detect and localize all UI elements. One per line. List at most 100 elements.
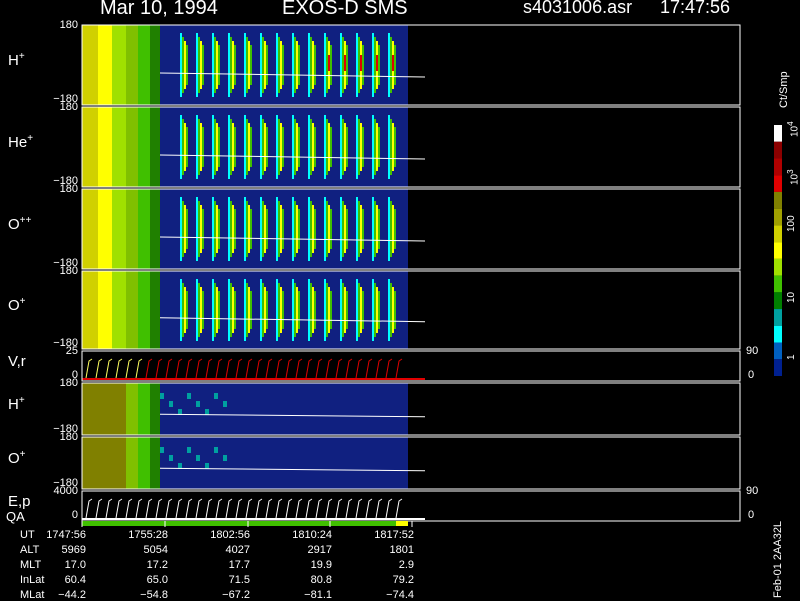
burst-streak [180,115,182,179]
trace-segment [225,498,233,519]
band-cell [82,107,98,187]
ephemeris-row-label: UT [20,529,35,541]
burst-streak [248,123,250,171]
trace-segment [315,358,323,379]
panel-frame [81,490,741,522]
burst-streak [390,119,392,175]
burst-streak [280,123,282,171]
band-cell [150,25,160,105]
burst-streak [244,33,246,97]
burst-streak [372,115,374,179]
colorbar-label: 104 [786,121,800,137]
burst-streak [374,37,376,93]
burst-streak [180,33,182,97]
trace-segment [375,358,383,379]
burst-streak [200,41,202,89]
trace-segment [245,498,253,519]
burst-streak [262,201,264,257]
y-tick-bottom: 0 [71,509,78,521]
burst-streak [186,45,188,85]
panel-label-text: O [8,216,20,233]
burst-streak [344,205,346,253]
colorbar-segment [774,158,782,176]
trace-segment [105,358,113,379]
trace-segment [325,498,333,519]
trace-segment [85,498,93,519]
burst-streak [250,291,252,329]
burst-streak [246,119,248,175]
burst-streak [266,127,268,167]
burst-streak [294,37,296,93]
ephemeris-value: 5054 [143,544,168,556]
trace-segment [345,358,353,379]
speckle [160,393,164,399]
trace-segment [205,358,213,379]
band-cell [112,107,126,187]
burst-streak [280,41,282,89]
burst-streak [198,283,200,337]
colorbar-segment [774,141,782,159]
burst-streak [202,127,204,167]
burst-streak [246,283,248,337]
trace-segment [355,498,363,519]
burst-streak [186,291,188,329]
trace-segment [165,358,173,379]
burst-streak [342,283,344,337]
burst-streak [278,119,280,175]
colorbar-segment [774,208,782,226]
colorbar-segment [774,242,782,259]
burst-streak [392,287,394,333]
band-cell [138,107,150,187]
speckle [223,455,227,461]
trace-segment [355,358,363,379]
burst-streak [202,291,204,329]
ephemeris-value: 1810:24 [292,529,332,541]
title-date: Mar 10, 1994 [100,0,218,19]
burst-streak [182,283,184,337]
trace-segment [245,358,253,379]
band-cell [82,271,98,349]
burst-streak [196,115,198,179]
trace-segment [165,498,173,519]
trace-segment [255,498,263,519]
burst-streak [196,197,198,261]
panel-label-sup: + [19,296,26,307]
speckle [214,393,218,399]
burst-streak [388,115,390,179]
y-tick-top: 4000 [53,485,78,497]
ephemeris-value: 19.9 [310,559,332,571]
right-tick-top: 90 [746,485,759,497]
qa-bar-end [396,521,408,526]
band-cell [112,25,126,105]
burst-streak [234,45,236,85]
burst-streak [276,279,278,341]
colorbar-segment [774,292,782,310]
trace-segment [285,358,293,379]
burst-streak [310,119,312,175]
panel-label: H+ [8,51,25,69]
burst-streak [328,205,330,253]
speckle [196,455,200,461]
file-name: s4031006.asr [523,0,633,17]
burst-streak [186,127,188,167]
panel-label: O+ [8,449,26,467]
trace-segment [195,498,203,519]
burst-streak [392,205,394,253]
trace-segment [265,358,273,379]
burst-streak [356,197,358,261]
panel-label: V,r [8,353,26,370]
ephemeris-value: 17.7 [228,559,250,571]
burst-streak [314,209,316,249]
burst-streak [264,205,266,253]
title-instrument: EXOS-D SMS [282,0,408,19]
burst-streak [182,119,184,175]
trace-segment [275,358,283,379]
y-tick-top: 180 [59,431,78,443]
right-tick-bottom: 0 [748,369,755,381]
panel-label: He+ [8,133,33,151]
burst-streak [264,41,266,89]
colorbar-label: 103 [786,169,800,185]
burst-streak [276,33,278,97]
burst-streak [262,119,264,175]
burst-streak [362,291,364,329]
